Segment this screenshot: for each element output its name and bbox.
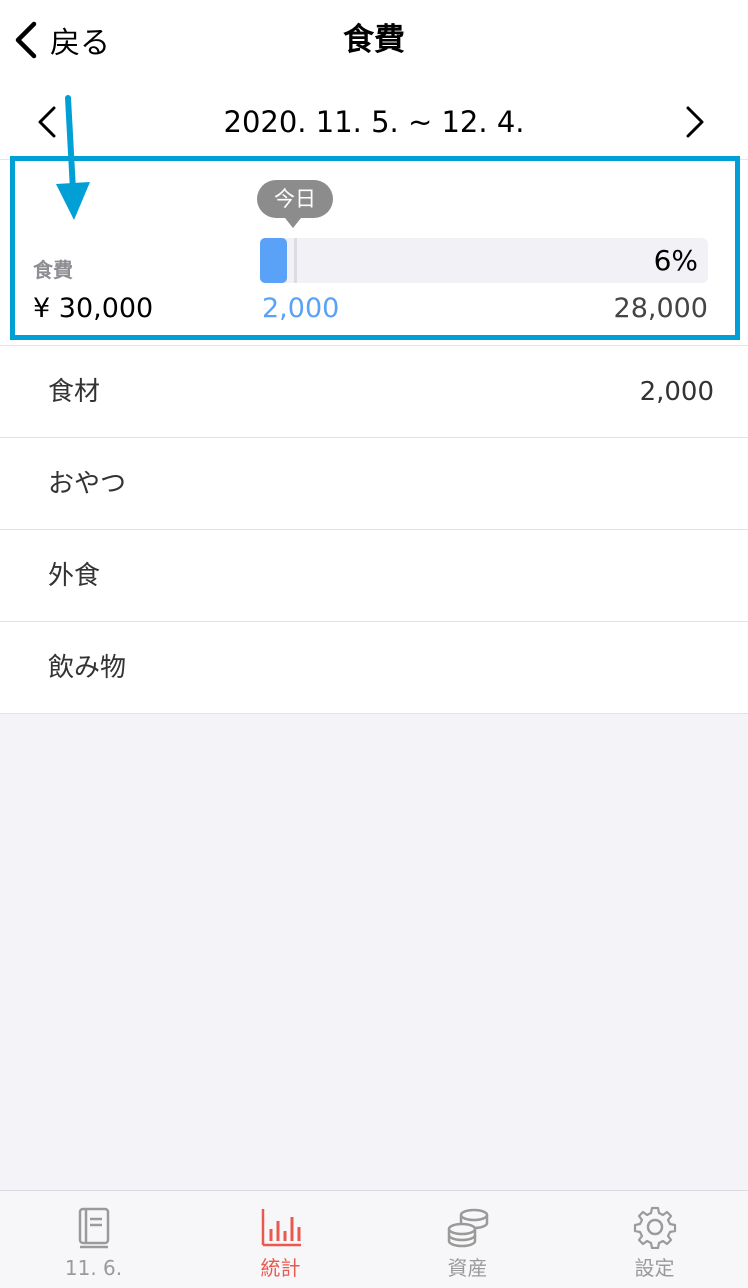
period-selector: 2020. 11. 5. ~ 12. 4. bbox=[0, 84, 748, 160]
subcategory-amount: 2,000 bbox=[639, 377, 714, 407]
subcategory-label: おやつ bbox=[48, 469, 127, 499]
summary-category-name: 食費 bbox=[33, 258, 73, 282]
bar-chart-icon bbox=[261, 1209, 301, 1247]
today-marker-bubble: 今日 bbox=[257, 180, 333, 228]
today-marker-line bbox=[294, 238, 297, 283]
next-period-button[interactable] bbox=[676, 102, 712, 142]
subcategory-list: 食材 2,000 おやつ 外食 飲み物 bbox=[0, 346, 748, 714]
coins-icon bbox=[447, 1208, 488, 1248]
navigation-bar: 戻る 食費 bbox=[0, 0, 748, 84]
tab-label: 資産 bbox=[447, 1256, 488, 1280]
subcategory-label: 外食 bbox=[48, 561, 101, 591]
empty-background bbox=[0, 714, 748, 1190]
budget-progress-percent: 6% bbox=[653, 244, 698, 277]
tab-bar: 11. 6. 統計 資産 設定 bbox=[0, 1190, 748, 1288]
spent-amount: 2,000 bbox=[262, 293, 340, 324]
budget-progress-fill bbox=[260, 238, 287, 283]
list-item[interactable]: おやつ bbox=[0, 438, 748, 530]
list-item[interactable]: 外食 bbox=[0, 530, 748, 622]
gear-icon bbox=[633, 1206, 676, 1249]
subcategory-label: 飲み物 bbox=[48, 653, 127, 683]
list-item[interactable]: 食材 2,000 bbox=[0, 346, 748, 438]
page-title: 食費 bbox=[343, 22, 405, 58]
subcategory-label: 食材 bbox=[48, 377, 101, 407]
list-item[interactable]: 飲み物 bbox=[0, 622, 748, 714]
book-icon bbox=[78, 1207, 109, 1249]
tab-settings[interactable]: 設定 bbox=[561, 1191, 748, 1288]
summary-budget-total: ¥ 30,000 bbox=[33, 293, 154, 324]
tab-assets[interactable]: 資産 bbox=[374, 1191, 561, 1288]
budget-progress-track bbox=[260, 238, 708, 283]
tab-label: 統計 bbox=[260, 1256, 301, 1280]
period-label: 2020. 11. 5. ~ 12. 4. bbox=[223, 105, 525, 139]
tab-label: 11. 6. bbox=[64, 1256, 123, 1280]
remaining-amount: 28,000 bbox=[613, 293, 708, 324]
tab-calendar[interactable]: 11. 6. bbox=[0, 1191, 187, 1288]
tab-label: 設定 bbox=[634, 1256, 675, 1280]
tab-statistics[interactable]: 統計 bbox=[187, 1191, 374, 1288]
